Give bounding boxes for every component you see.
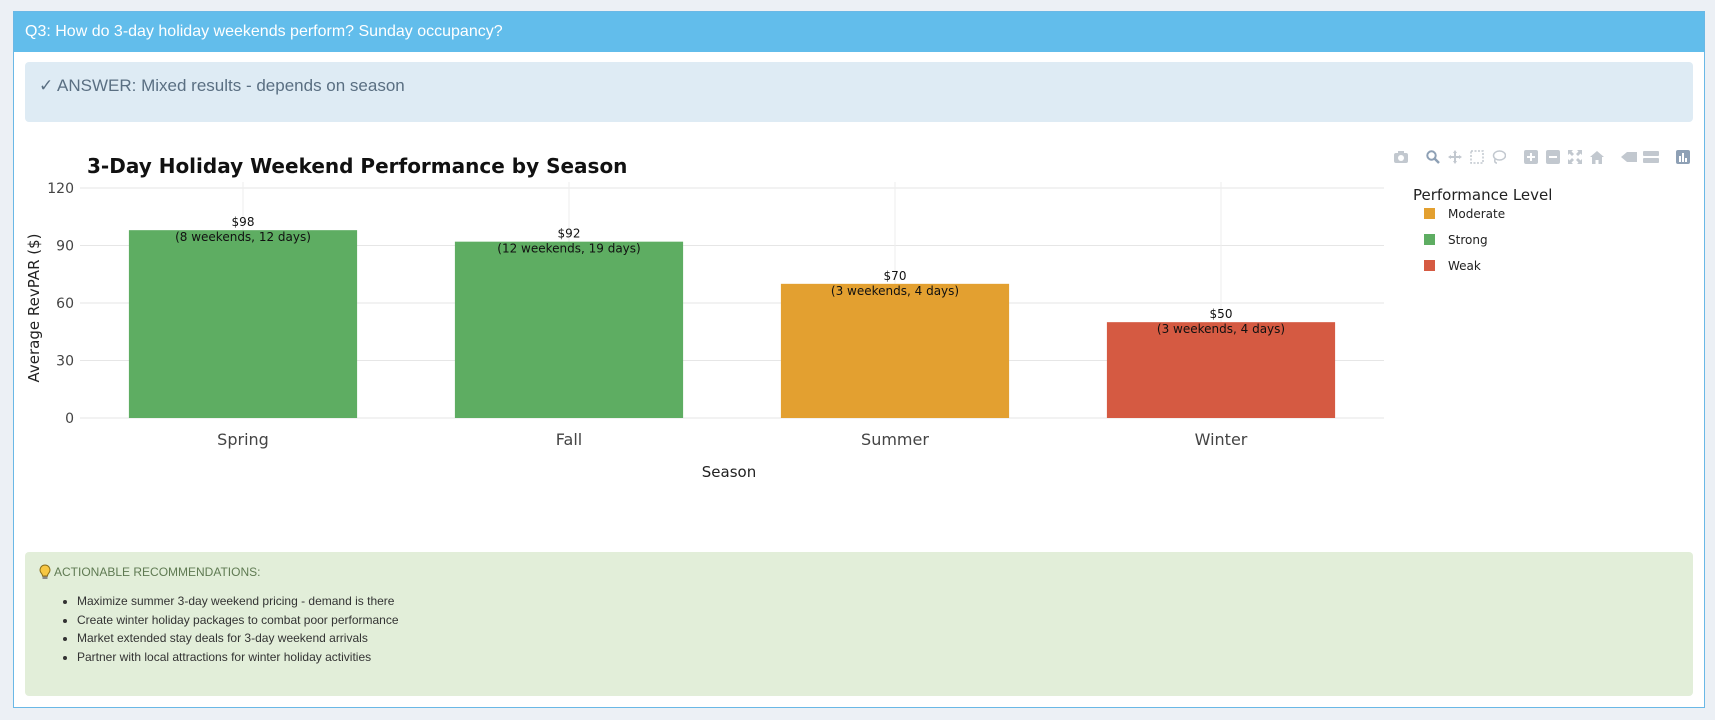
bar-detail-label: (12 weekends, 19 days) (497, 242, 640, 256)
x-tick-label: Summer (861, 430, 929, 449)
legend-label: Strong (1448, 233, 1488, 247)
list-item: Market extended stay deals for 3-day wee… (77, 629, 1679, 648)
panel-header: Q3: How do 3-day holiday weekends perfor… (14, 12, 1704, 52)
list-item: Partner with local attractions for winte… (77, 648, 1679, 667)
recommendations-box: ACTIONABLE RECOMMENDATIONS: Maximize sum… (25, 552, 1693, 696)
x-axis-title: Season (702, 463, 756, 481)
bar-detail-label: (3 weekends, 4 days) (831, 284, 959, 298)
legend-label: Weak (1448, 259, 1481, 273)
bar-spring (128, 230, 358, 418)
bar-summer (780, 283, 1010, 418)
legend-title: Performance Level (1413, 186, 1552, 204)
y-tick-label: 60 (56, 296, 74, 312)
bar-detail-label: (3 weekends, 4 days) (1157, 322, 1285, 336)
y-axis-title: Average RevPAR ($) (25, 233, 43, 382)
bar-value-label: $70 (884, 269, 907, 283)
answer-box: ✓ ANSWER: Mixed results - depends on sea… (25, 62, 1693, 122)
x-tick-label: Fall (556, 430, 582, 449)
legend-swatch-strong (1424, 234, 1435, 245)
legend-swatch-weak (1424, 260, 1435, 271)
y-tick-label: 120 (47, 181, 74, 197)
legend-label: Moderate (1448, 207, 1505, 221)
bar-value-label: $98 (232, 215, 255, 229)
recommendations-title: ACTIONABLE RECOMMENDATIONS: (54, 565, 261, 579)
x-tick-label: Winter (1195, 430, 1248, 449)
bar-value-label: $92 (558, 227, 581, 241)
x-tick-label: Spring (217, 430, 269, 449)
bar-chart: $98(8 weekends, 12 days) $92(12 weekends,… (25, 181, 1552, 481)
lightbulb-icon (39, 564, 51, 580)
y-tick-label: 30 (56, 354, 74, 370)
bars (128, 230, 1336, 418)
list-item: Create winter holiday packages to combat… (77, 611, 1679, 630)
chart-container: 3-Day Holiday Weekend Performance by Sea… (14, 132, 1704, 552)
bar-detail-label: (8 weekends, 12 days) (175, 230, 311, 244)
y-tick-label: 90 (56, 239, 74, 255)
recommendations-list: Maximize summer 3-day weekend pricing - … (77, 592, 1679, 666)
bar-value-label: $50 (1210, 307, 1233, 321)
recommendations-heading: ACTIONABLE RECOMMENDATIONS: (39, 564, 1679, 580)
bar-fall (454, 241, 684, 418)
question-panel: Q3: How do 3-day holiday weekends perfor… (13, 11, 1705, 708)
bar-winter (1106, 322, 1336, 418)
list-item: Maximize summer 3-day weekend pricing - … (77, 592, 1679, 611)
y-tick-label: 0 (65, 411, 74, 427)
legend-swatch-moderate (1424, 208, 1435, 219)
legend: Performance Level Moderate Strong Weak (1413, 186, 1552, 273)
